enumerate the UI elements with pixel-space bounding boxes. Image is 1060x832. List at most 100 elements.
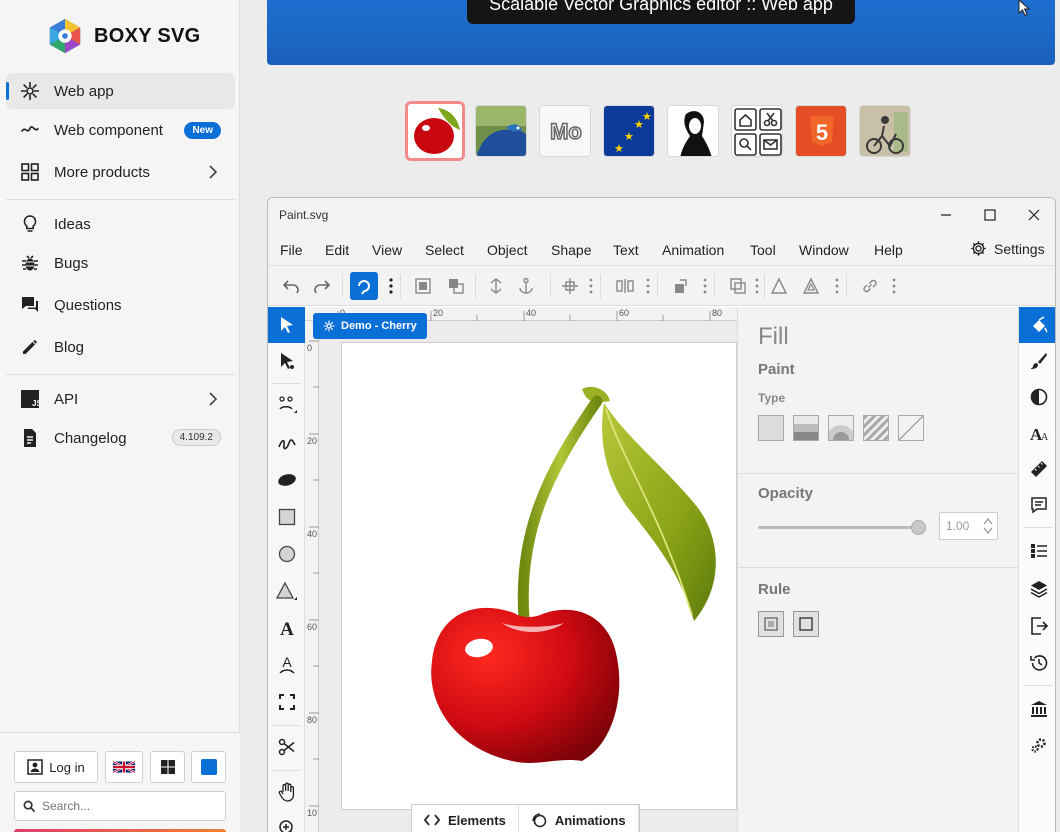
- select-tool[interactable]: [268, 307, 305, 343]
- login-button[interactable]: Log in: [14, 751, 98, 783]
- face-tool[interactable]: [268, 387, 305, 423]
- raise-button[interactable]: [409, 272, 437, 300]
- demo-thumb-html5[interactable]: 5: [795, 105, 847, 157]
- menu-object[interactable]: Object: [487, 242, 527, 258]
- defs-panel-button[interactable]: [1019, 533, 1055, 569]
- align-button[interactable]: [556, 272, 584, 300]
- triangle-tool[interactable]: [268, 573, 305, 609]
- layers-panel-button[interactable]: [1019, 571, 1055, 607]
- menu-shape[interactable]: Shape: [551, 242, 591, 258]
- stepper-icon[interactable]: [983, 517, 993, 535]
- more-vertical-icon[interactable]: [388, 277, 394, 295]
- sidebar-item-questions[interactable]: Questions: [6, 287, 235, 323]
- elements-tab[interactable]: Elements: [412, 805, 519, 832]
- layout-button[interactable]: [150, 751, 185, 783]
- demo-thumb-mo[interactable]: Mo: [539, 105, 591, 157]
- export-panel-button[interactable]: [1019, 608, 1055, 644]
- rule-evenodd-button[interactable]: [793, 611, 819, 637]
- transform-tool-button[interactable]: [350, 272, 378, 300]
- more-vertical-icon[interactable]: [754, 277, 760, 295]
- link-button[interactable]: [856, 272, 884, 300]
- distribute-button[interactable]: [611, 272, 639, 300]
- demo-thumb-cherry[interactable]: [405, 101, 465, 161]
- settings-button[interactable]: Settings: [970, 240, 1045, 257]
- more-vertical-icon[interactable]: [891, 277, 897, 295]
- close-button[interactable]: [1023, 204, 1045, 226]
- menu-help[interactable]: Help: [874, 242, 903, 258]
- demo-thumb-cyclist[interactable]: [859, 105, 911, 157]
- fill-panel-button[interactable]: [1019, 307, 1055, 343]
- stroke-panel-button[interactable]: [1019, 343, 1055, 379]
- triangle-outline-button[interactable]: [797, 272, 825, 300]
- demo-thumb-eu-flag[interactable]: ★ ★ ★ ★: [603, 105, 655, 157]
- sidebar-item-web-component[interactable]: Web component New: [6, 112, 235, 148]
- menu-animation[interactable]: Animation: [662, 242, 724, 258]
- history-panel-button[interactable]: [1019, 645, 1055, 681]
- sidebar-item-more-products[interactable]: More products: [6, 154, 235, 190]
- sidebar-item-changelog[interactable]: Changelog 4.109.2: [6, 420, 235, 456]
- artboard[interactable]: [341, 342, 737, 810]
- typography-panel-button[interactable]: AA: [1019, 415, 1055, 451]
- rotate-object-button[interactable]: [667, 272, 695, 300]
- opacity-input[interactable]: 1.00: [939, 512, 998, 540]
- compositing-panel-button[interactable]: [1019, 379, 1055, 415]
- flip-vertical-button[interactable]: [482, 272, 510, 300]
- library-panel-button[interactable]: [1019, 691, 1055, 727]
- ellipse-tool[interactable]: [268, 536, 305, 572]
- zoom-tool[interactable]: [268, 810, 305, 832]
- redo-button[interactable]: [308, 272, 336, 300]
- paint-radial-gradient-button[interactable]: [828, 415, 854, 441]
- animations-tab[interactable]: Animations: [519, 805, 639, 832]
- more-vertical-icon[interactable]: [834, 277, 840, 295]
- minimize-button[interactable]: [935, 204, 957, 226]
- more-vertical-icon[interactable]: [588, 277, 594, 295]
- rule-nonzero-button[interactable]: [758, 611, 784, 637]
- menu-tool[interactable]: Tool: [750, 242, 776, 258]
- pan-tool[interactable]: [268, 774, 305, 810]
- text-tool[interactable]: A: [268, 610, 305, 646]
- document-tab[interactable]: Demo - Cherry: [313, 313, 427, 339]
- comments-panel-button[interactable]: [1019, 487, 1055, 523]
- rectangle-tool[interactable]: [268, 499, 305, 535]
- freehand-tool[interactable]: [268, 425, 305, 461]
- sidebar-item-api[interactable]: JS API: [6, 381, 235, 417]
- paint-none-button[interactable]: [898, 415, 924, 441]
- more-vertical-icon[interactable]: [645, 277, 651, 295]
- lower-button[interactable]: [442, 272, 470, 300]
- search-box[interactable]: [14, 791, 226, 821]
- boolean-button[interactable]: [724, 272, 752, 300]
- paint-pattern-button[interactable]: [863, 415, 889, 441]
- menu-file[interactable]: File: [280, 242, 303, 258]
- search-input[interactable]: [42, 799, 212, 813]
- anchor-button[interactable]: [512, 272, 540, 300]
- menu-edit[interactable]: Edit: [325, 242, 349, 258]
- cherry-illustration[interactable]: [342, 343, 738, 811]
- undo-button[interactable]: [277, 272, 305, 300]
- blob-tool[interactable]: [268, 462, 305, 498]
- sidebar-item-web-app[interactable]: Web app: [6, 73, 235, 109]
- menu-window[interactable]: Window: [799, 242, 849, 258]
- opacity-slider-track[interactable]: [758, 526, 918, 529]
- theme-color-button[interactable]: [191, 751, 226, 783]
- sidebar-item-bugs[interactable]: Bugs: [6, 245, 235, 281]
- cut-tool[interactable]: [268, 729, 305, 765]
- menu-text[interactable]: Text: [613, 242, 639, 258]
- paint-linear-gradient-button[interactable]: [793, 415, 819, 441]
- sidebar-item-blog[interactable]: Blog: [6, 329, 235, 365]
- opacity-slider-thumb[interactable]: [910, 520, 926, 535]
- paint-flat-button[interactable]: [758, 415, 784, 441]
- more-vertical-icon[interactable]: [702, 277, 708, 295]
- node-tool[interactable]: [268, 343, 305, 379]
- triangle-button[interactable]: [765, 272, 793, 300]
- maximize-button[interactable]: [979, 204, 1001, 226]
- generators-panel-button[interactable]: [1019, 727, 1055, 763]
- demo-thumb-peacock[interactable]: [475, 105, 527, 157]
- brand[interactable]: BOXY SVG: [46, 16, 201, 56]
- text-path-tool[interactable]: A: [268, 647, 305, 683]
- sidebar-item-ideas[interactable]: Ideas: [6, 206, 235, 242]
- crop-tool[interactable]: [268, 684, 305, 720]
- language-button[interactable]: [105, 751, 143, 783]
- demo-thumb-portrait[interactable]: [667, 105, 719, 157]
- canvas-area[interactable]: [319, 321, 737, 832]
- demo-thumb-icons[interactable]: [731, 105, 783, 157]
